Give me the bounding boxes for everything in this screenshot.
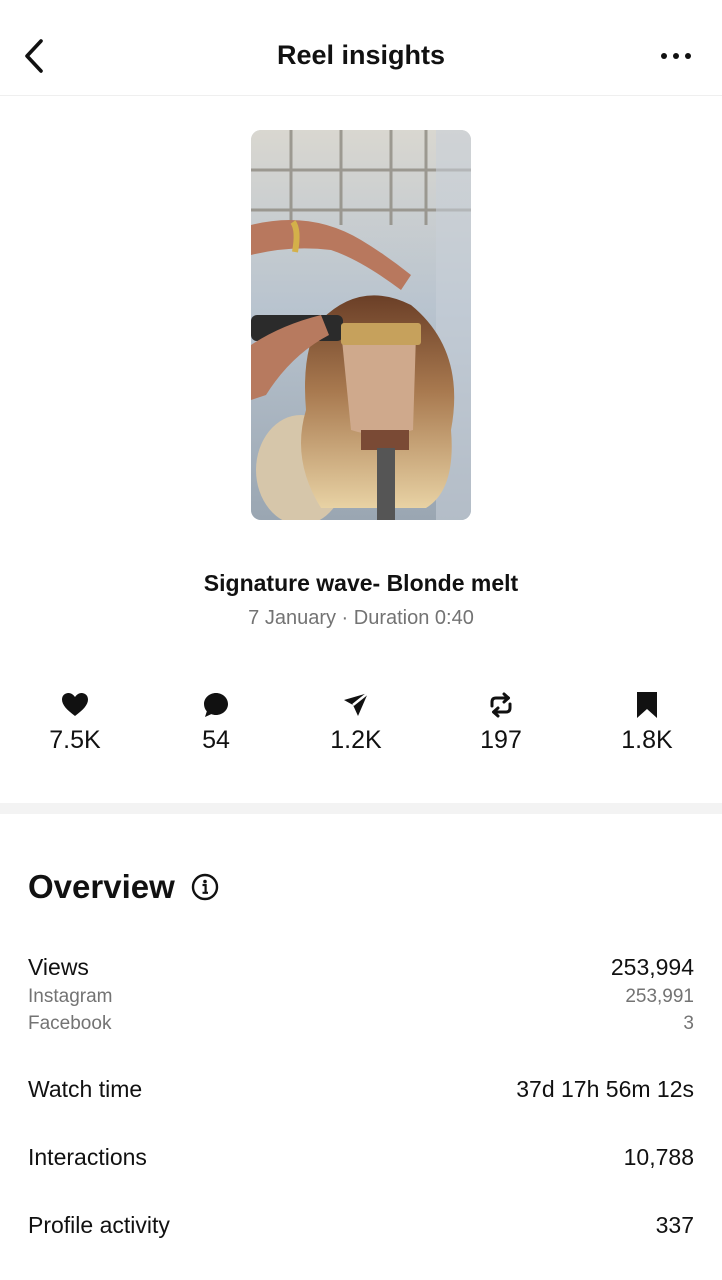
reel-thumbnail[interactable] bbox=[251, 130, 471, 520]
interactions-label: Interactions bbox=[28, 1144, 147, 1170]
instagram-label: Instagram bbox=[28, 986, 113, 1007]
profile-activity-value: 337 bbox=[655, 1212, 694, 1238]
likes-count: 7.5K bbox=[49, 726, 101, 754]
facebook-value: 3 bbox=[683, 1013, 694, 1034]
more-horizontal-icon bbox=[661, 53, 691, 59]
repost-icon bbox=[490, 692, 512, 718]
shares-count: 1.2K bbox=[330, 726, 382, 754]
watch-time-value: 37d 17h 56m 12s bbox=[516, 1076, 694, 1102]
stat-likes[interactable]: 7.5K bbox=[20, 688, 130, 755]
interactions-value: 10,788 bbox=[623, 1144, 694, 1170]
interactions-row[interactable]: Interactions 10,788 bbox=[28, 1144, 694, 1171]
engagement-stats: 7.5K 54 1.2K 197 1.8K bbox=[0, 688, 722, 768]
heart-icon bbox=[62, 693, 88, 716]
reposts-count: 197 bbox=[480, 726, 522, 754]
bookmark-icon bbox=[637, 692, 657, 718]
info-icon bbox=[191, 873, 218, 901]
share-icon bbox=[344, 692, 369, 716]
facebook-row: Facebook 3 bbox=[28, 1013, 694, 1035]
watch-time-label: Watch time bbox=[28, 1076, 143, 1102]
saves-count: 1.8K bbox=[621, 726, 673, 754]
top-bar: Reel insights bbox=[0, 0, 722, 96]
profile-activity-row[interactable]: Profile activity 337 bbox=[28, 1212, 694, 1239]
views-row: Views 253,994 bbox=[28, 954, 694, 981]
stat-reposts[interactable]: 197 bbox=[446, 688, 556, 755]
stat-shares[interactable]: 1.2K bbox=[301, 688, 411, 755]
page-title: Reel insights bbox=[276, 40, 446, 70]
instagram-row: Instagram 253,991 bbox=[28, 986, 694, 1008]
info-button[interactable] bbox=[191, 873, 219, 901]
profile-activity-label: Profile activity bbox=[28, 1212, 170, 1238]
wig-on-mannequin-image bbox=[251, 130, 471, 520]
reel-meta: 7 January · Duration 0:40 bbox=[248, 607, 474, 629]
instagram-value: 253,991 bbox=[625, 986, 694, 1007]
more-options-button[interactable] bbox=[656, 38, 696, 74]
overview-header: Overview bbox=[28, 868, 219, 906]
watch-time-row[interactable]: Watch time 37d 17h 56m 12s bbox=[28, 1076, 694, 1103]
comment-icon bbox=[204, 693, 228, 717]
overview-title: Overview bbox=[28, 868, 175, 905]
comments-count: 54 bbox=[202, 726, 230, 754]
views-value: 253,994 bbox=[610, 954, 694, 980]
facebook-label: Facebook bbox=[28, 1013, 112, 1034]
reel-title: Signature wave- Blonde melt bbox=[203, 570, 519, 596]
views-label: Views bbox=[28, 954, 89, 980]
stat-saves[interactable]: 1.8K bbox=[592, 688, 702, 755]
stat-comments[interactable]: 54 bbox=[161, 688, 271, 755]
section-divider bbox=[0, 803, 722, 814]
